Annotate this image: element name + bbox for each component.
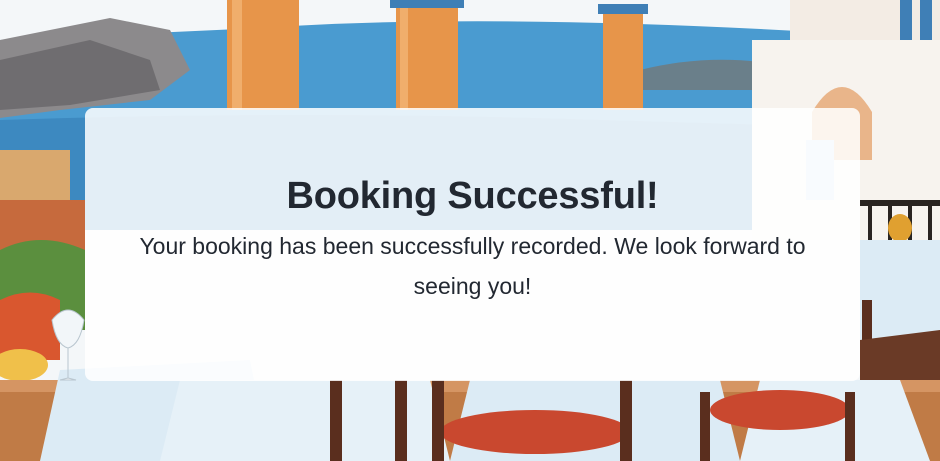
booking-confirmation-page: Booking Successful! Your booking has bee… xyxy=(0,0,940,461)
booking-success-message: Your booking has been successfully recor… xyxy=(139,233,806,299)
booking-success-card: Booking Successful! Your booking has bee… xyxy=(85,108,860,381)
booking-success-title: Booking Successful! xyxy=(286,175,659,217)
